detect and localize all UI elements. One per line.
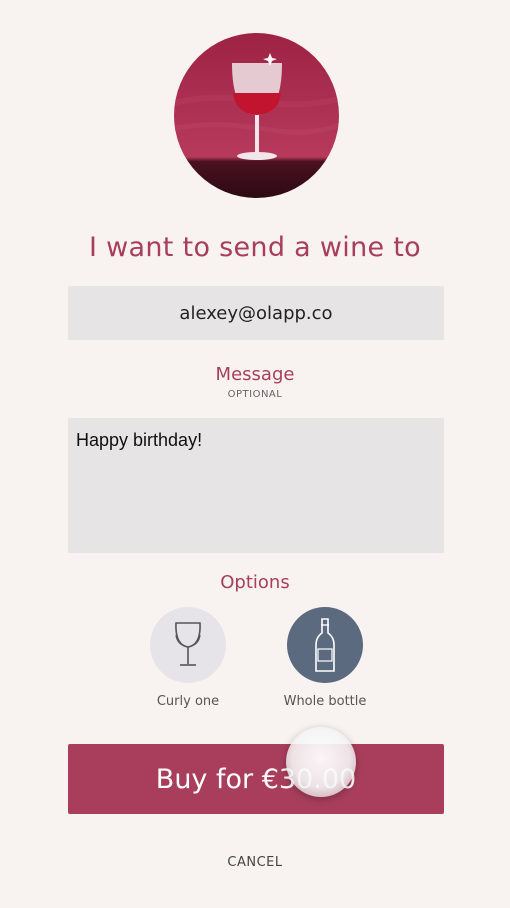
wine-hero-image — [174, 33, 339, 198]
page-title: I want to send a wine to — [89, 232, 421, 263]
message-textarea[interactable]: Happy birthday! — [68, 418, 444, 553]
wine-glass-icon — [175, 622, 201, 666]
message-optional-label: OPTIONAL — [227, 389, 283, 400]
option-curly-one-label: Curly one — [156, 694, 220, 709]
buy-button[interactable]: Buy for €30.00 — [68, 744, 444, 814]
option-whole-bottle[interactable] — [287, 607, 363, 683]
recipient-email-value: alexey@olapp.co — [179, 302, 333, 324]
option-curly-one[interactable] — [150, 607, 226, 683]
cancel-button[interactable]: CANCEL — [0, 855, 510, 870]
touch-indicator — [286, 727, 356, 797]
wine-bottle-icon — [315, 618, 335, 672]
message-label: Message — [215, 364, 295, 385]
recipient-email-field[interactable]: alexey@olapp.co — [68, 286, 444, 340]
option-whole-bottle-label: Whole bottle — [283, 694, 367, 709]
message-value: Happy birthday! — [76, 430, 203, 450]
options-label: Options — [220, 572, 290, 593]
